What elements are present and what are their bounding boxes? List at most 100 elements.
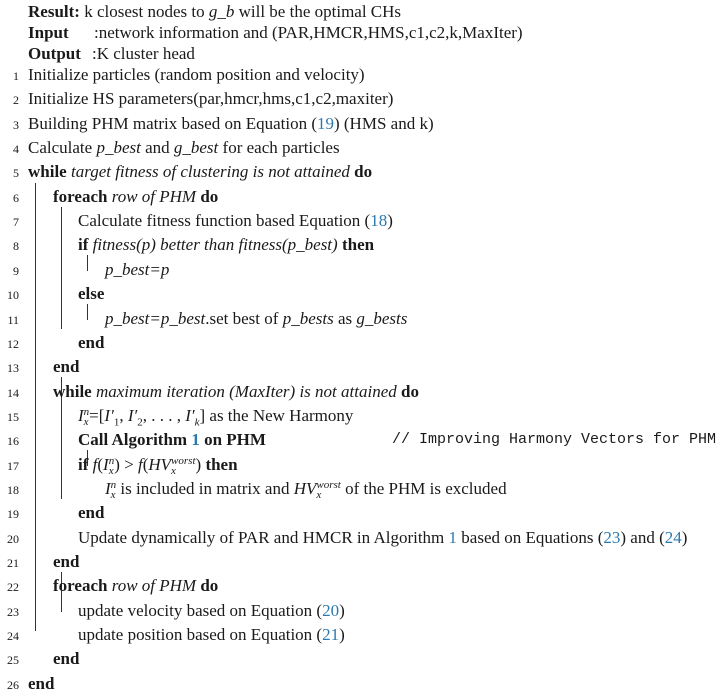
keyword: end — [78, 332, 105, 352]
line-number: 20 — [7, 531, 19, 546]
line-content: if fitness(p) better than fitness(p_best… — [78, 233, 374, 257]
algorithm-line: 3 Building PHM matrix based on Equation (… — [0, 112, 722, 136]
algorithm-line: 26 end — [0, 672, 722, 696]
line-content: Calculate fitness function based Equatio… — [78, 209, 393, 233]
equation-ref-link[interactable]: 20 — [322, 601, 339, 620]
text: ] as the New Harmony — [199, 405, 354, 425]
assignment: p_best=p — [105, 259, 170, 279]
algorithm-line: 5 while target fitness of clustering is n… — [0, 160, 722, 184]
algorithm-line: 4 Calculate p_best and g_best for each pa… — [0, 136, 722, 160]
line-number: 18 — [7, 482, 19, 497]
algorithm-line: 15 In x =[I′1, I′2, . . . , I′k] as the New… — [0, 404, 722, 428]
line-content: Building PHM matrix based on Equation (1… — [28, 112, 434, 136]
text: ) — [681, 527, 688, 547]
line-number: 3 — [13, 117, 19, 132]
math-iprime: I′ — [127, 405, 138, 425]
condition-text: maximum iteration (MaxIter) is not attai… — [95, 381, 397, 401]
result-text-b: will be the optimal CHs — [234, 2, 402, 21]
line-number: 26 — [7, 677, 19, 692]
algorithm-ref-link[interactable]: 1 — [449, 528, 458, 547]
algorithm-line: 18 In x is included in matrix and HV worst x… — [0, 477, 722, 501]
algorithm-line: 1 Initialize particles (random position a… — [0, 63, 722, 87]
text: ) — [387, 211, 393, 231]
algorithm-line: 19 end — [0, 501, 722, 525]
keyword: if — [78, 454, 89, 474]
result-text: k closest nodes to — [84, 2, 209, 21]
line-content: end — [53, 647, 79, 671]
math-f: f — [137, 454, 143, 474]
keyword: foreach — [53, 576, 108, 596]
keyword: do — [401, 381, 419, 401]
equation-ref-link[interactable]: 19 — [317, 114, 334, 133]
line-number: 24 — [7, 629, 19, 644]
line-content: Calculate p_best and g_best for each par… — [28, 136, 340, 160]
sep: , . . . , — [142, 405, 186, 425]
line-number: 9 — [13, 263, 19, 278]
line-content: Call Algorithm 1 on PHM — [78, 428, 266, 452]
variable: p_best=p_best — [105, 308, 206, 328]
text: and — [140, 138, 174, 158]
text: Update dynamically of PAR and HMCR in Al… — [78, 527, 449, 547]
line-content: end — [53, 550, 79, 574]
sep: , — [119, 405, 128, 425]
math-ixn: Inx — [103, 454, 115, 477]
line-number: 14 — [7, 385, 19, 400]
line-content: Initialize particles (random position an… — [28, 63, 365, 87]
math-iprime: I′ — [104, 405, 114, 425]
variable: p_bests — [282, 308, 334, 328]
algorithm-line: 9 p_best=p — [0, 258, 722, 282]
comment-text: // Improving Harmony Vectors for PHM — [392, 431, 717, 449]
math-iprime: I′ — [185, 405, 195, 425]
statement-text: Initialize HS parameters(par,hmcr,hms,c1… — [28, 89, 394, 109]
equation-ref-link[interactable]: 18 — [370, 211, 387, 230]
line-number: 23 — [7, 604, 19, 619]
algorithm-ref-link[interactable]: 1 — [191, 430, 200, 449]
algorithm-line: 24 update position based on Equation (21) — [0, 623, 722, 647]
text: ) — [339, 625, 345, 645]
algorithm-line: 16 // Improving Harmony Vectors for PHM Ca… — [0, 428, 722, 452]
algorithm-line: 7 Calculate fitness function based Equati… — [0, 209, 722, 233]
text: .set best of — [205, 308, 283, 328]
line-number: 10 — [7, 288, 19, 303]
algorithm-line: 20 Update dynamically of PAR and HMCR in … — [0, 526, 722, 550]
equation-ref-link[interactable]: 24 — [665, 528, 682, 547]
algorithm-line: 2 Initialize HS parameters(par,hmcr,hms,c… — [0, 87, 722, 111]
keyword: else — [78, 284, 105, 304]
variable: g_best — [173, 138, 219, 158]
text: update position based on Equation ( — [78, 625, 323, 645]
line-content: In x =[I′1, I′2, . . . , I′k] as the New H… — [78, 404, 353, 428]
text: Calculate — [28, 138, 97, 158]
keyword: then — [341, 235, 375, 255]
line-number: 15 — [7, 409, 19, 424]
line-number: 6 — [13, 190, 19, 205]
algorithm-line: 10 else — [0, 282, 722, 306]
text: based on Equations ( — [457, 527, 604, 547]
line-content: update position based on Equation (21) — [78, 623, 345, 647]
math-hv-worst: HV worst x — [293, 478, 341, 502]
line-content: while target fitness of clustering is no… — [28, 160, 372, 184]
variable: p_best — [96, 138, 141, 158]
keyword: do — [200, 576, 219, 596]
keyword: end — [28, 673, 55, 693]
input-text: network information and (PAR,HMCR,HMS,c1… — [98, 23, 523, 42]
condition-text: row of PHM — [111, 186, 197, 206]
line-number: 5 — [13, 166, 19, 181]
keyword: end — [53, 649, 80, 669]
keyword: end — [78, 503, 105, 523]
algorithm-line: 23 update velocity based on Equation (20) — [0, 599, 722, 623]
text: ) (HMS and k) — [333, 113, 434, 133]
text: Building PHM matrix based on Equation ( — [28, 113, 317, 133]
keyword: end — [53, 357, 80, 377]
output-text: K cluster head — [96, 44, 195, 63]
math-ixn: Inx — [78, 405, 90, 428]
statement-text: Initialize particles (random position an… — [28, 65, 365, 84]
line-content: end — [78, 331, 104, 355]
line-content: end — [78, 501, 104, 525]
line-number: 13 — [7, 361, 19, 376]
line-number: 16 — [7, 434, 19, 449]
keyword: if — [78, 235, 89, 255]
equation-ref-link[interactable]: 21 — [322, 625, 339, 644]
line-number: 21 — [7, 556, 19, 570]
equation-ref-link[interactable]: 23 — [603, 528, 620, 547]
line-number: 1 — [13, 69, 19, 83]
